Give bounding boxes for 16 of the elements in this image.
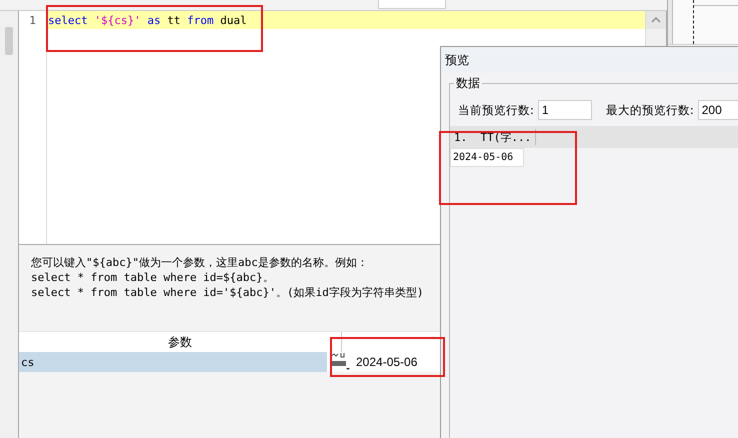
scrollbar-thumb[interactable] bbox=[5, 27, 13, 55]
line-number: 1 bbox=[28, 12, 37, 28]
parameter-name[interactable]: cs bbox=[19, 352, 327, 372]
hint-text: select * from table where id=${abc}。 bbox=[31, 270, 275, 285]
hint-text: 您可以键入"${abc}"做为一个参数，这里abc是参数的名称。例如： bbox=[31, 255, 369, 270]
field-label: 最大的预览行数: bbox=[606, 102, 694, 118]
hint-text: select * from table where id='${abc}'。(如果id字段为字符串类型) bbox=[31, 285, 425, 300]
dialog-title: 预览 bbox=[445, 52, 469, 68]
number-field[interactable]: 1 bbox=[538, 100, 592, 120]
number-field[interactable]: 200 bbox=[698, 100, 738, 120]
table-cell: 2024-05-06 bbox=[450, 148, 524, 167]
type-icon[interactable] bbox=[329, 352, 353, 372]
text-field[interactable] bbox=[378, 0, 446, 9]
field-label: 当前预览行数: bbox=[458, 102, 534, 118]
scroll-up-icon[interactable] bbox=[651, 17, 661, 23]
group-label: 数据 bbox=[454, 75, 482, 92]
